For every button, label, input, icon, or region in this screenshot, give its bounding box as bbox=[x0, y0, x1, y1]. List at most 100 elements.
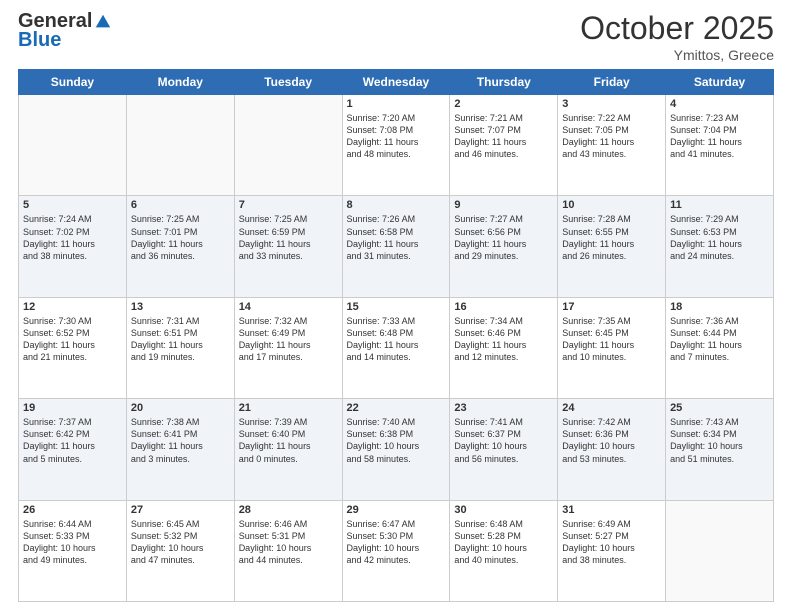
table-row: 5Sunrise: 7:24 AMSunset: 7:02 PMDaylight… bbox=[19, 196, 127, 297]
day-info: Sunrise: 7:29 AMSunset: 6:53 PMDaylight:… bbox=[670, 213, 769, 262]
col-sunday: Sunday bbox=[19, 70, 127, 95]
table-row: 30Sunrise: 6:48 AMSunset: 5:28 PMDayligh… bbox=[450, 500, 558, 601]
col-wednesday: Wednesday bbox=[342, 70, 450, 95]
day-number: 13 bbox=[131, 301, 230, 313]
calendar-week-row: 19 Sunrise: 7:37 AMSunset: 6:42 PMDayligh… bbox=[19, 399, 774, 500]
table-row: 7 Sunrise: 7:25 AMSunset: 6:59 PMDaylight… bbox=[234, 196, 342, 297]
day-number: 23 bbox=[454, 402, 553, 414]
day-info: Sunrise: 6:45 AMSunset: 5:32 PMDaylight:… bbox=[131, 518, 230, 567]
day-info: Sunrise: 7:26 AMSunset: 6:58 PMDaylight:… bbox=[347, 213, 446, 262]
day-number: 14 bbox=[239, 301, 338, 313]
location-subtitle: Ymittos, Greece bbox=[580, 47, 774, 63]
day-number: 19 bbox=[23, 402, 122, 414]
day-info: Sunrise: 6:47 AMSunset: 5:30 PMDaylight:… bbox=[347, 518, 446, 567]
day-info: Sunrise: 7:32 AMSunset: 6:49 PMDaylight:… bbox=[239, 315, 338, 364]
day-number: 10 bbox=[562, 199, 661, 211]
table-row: 6Sunrise: 7:25 AMSunset: 7:01 PMDaylight… bbox=[126, 196, 234, 297]
col-saturday: Saturday bbox=[666, 70, 774, 95]
day-number: 18 bbox=[670, 301, 769, 313]
day-info: Sunrise: 7:33 AMSunset: 6:48 PMDaylight:… bbox=[347, 315, 446, 364]
table-row: 15 Sunrise: 7:33 AMSunset: 6:48 PMDayligh… bbox=[342, 297, 450, 398]
day-number: 30 bbox=[454, 504, 553, 516]
month-title: October 2025 bbox=[580, 10, 774, 47]
day-number: 12 bbox=[23, 301, 122, 313]
day-info: Sunrise: 7:22 AMSunset: 7:05 PMDaylight:… bbox=[562, 112, 661, 161]
table-row: 13 Sunrise: 7:31 AMSunset: 6:51 PMDayligh… bbox=[126, 297, 234, 398]
calendar-table: Sunday Monday Tuesday Wednesday Thursday… bbox=[18, 69, 774, 602]
table-row: 12 Sunrise: 7:30 AMSunset: 6:52 PMDayligh… bbox=[19, 297, 127, 398]
day-number: 28 bbox=[239, 504, 338, 516]
col-monday: Monday bbox=[126, 70, 234, 95]
table-row bbox=[234, 95, 342, 196]
day-info: Sunrise: 7:43 AMSunset: 6:34 PMDaylight:… bbox=[670, 416, 769, 465]
day-info: Sunrise: 7:31 AMSunset: 6:51 PMDaylight:… bbox=[131, 315, 230, 364]
table-row: 20Sunrise: 7:38 AMSunset: 6:41 PMDayligh… bbox=[126, 399, 234, 500]
table-row: 23 Sunrise: 7:41 AMSunset: 6:37 PMDayligh… bbox=[450, 399, 558, 500]
table-row: 11 Sunrise: 7:29 AMSunset: 6:53 PMDayligh… bbox=[666, 196, 774, 297]
day-number: 3 bbox=[562, 98, 661, 110]
day-number: 9 bbox=[454, 199, 553, 211]
day-info: Sunrise: 7:30 AMSunset: 6:52 PMDaylight:… bbox=[23, 315, 122, 364]
col-tuesday: Tuesday bbox=[234, 70, 342, 95]
table-row: 25 Sunrise: 7:43 AMSunset: 6:34 PMDayligh… bbox=[666, 399, 774, 500]
day-number: 27 bbox=[131, 504, 230, 516]
col-friday: Friday bbox=[558, 70, 666, 95]
calendar-header-row: Sunday Monday Tuesday Wednesday Thursday… bbox=[19, 70, 774, 95]
day-number: 2 bbox=[454, 98, 553, 110]
table-row: 3 Sunrise: 7:22 AMSunset: 7:05 PMDaylight… bbox=[558, 95, 666, 196]
day-info: Sunrise: 7:34 AMSunset: 6:46 PMDaylight:… bbox=[454, 315, 553, 364]
day-info: Sunrise: 7:36 AMSunset: 6:44 PMDaylight:… bbox=[670, 315, 769, 364]
day-number: 26 bbox=[23, 504, 122, 516]
day-number: 5 bbox=[23, 199, 122, 211]
table-row: 1 Sunrise: 7:20 AMSunset: 7:08 PMDaylight… bbox=[342, 95, 450, 196]
table-row: 21Sunrise: 7:39 AMSunset: 6:40 PMDayligh… bbox=[234, 399, 342, 500]
day-number: 11 bbox=[670, 199, 769, 211]
day-info: Sunrise: 6:49 AMSunset: 5:27 PMDaylight:… bbox=[562, 518, 661, 567]
day-number: 7 bbox=[239, 199, 338, 211]
day-info: Sunrise: 7:20 AMSunset: 7:08 PMDaylight:… bbox=[347, 112, 446, 161]
day-number: 20 bbox=[131, 402, 230, 414]
day-number: 24 bbox=[562, 402, 661, 414]
calendar-week-row: 12 Sunrise: 7:30 AMSunset: 6:52 PMDayligh… bbox=[19, 297, 774, 398]
table-row: 10 Sunrise: 7:28 AMSunset: 6:55 PMDayligh… bbox=[558, 196, 666, 297]
table-row: 4Sunrise: 7:23 AMSunset: 7:04 PMDaylight… bbox=[666, 95, 774, 196]
table-row: 28Sunrise: 6:46 AMSunset: 5:31 PMDayligh… bbox=[234, 500, 342, 601]
day-info: Sunrise: 7:35 AMSunset: 6:45 PMDaylight:… bbox=[562, 315, 661, 364]
day-number: 1 bbox=[347, 98, 446, 110]
table-row: 8Sunrise: 7:26 AMSunset: 6:58 PMDaylight… bbox=[342, 196, 450, 297]
table-row: 9 Sunrise: 7:27 AMSunset: 6:56 PMDaylight… bbox=[450, 196, 558, 297]
day-info: Sunrise: 7:41 AMSunset: 6:37 PMDaylight:… bbox=[454, 416, 553, 465]
table-row: 16 Sunrise: 7:34 AMSunset: 6:46 PMDayligh… bbox=[450, 297, 558, 398]
day-number: 22 bbox=[347, 402, 446, 414]
day-number: 4 bbox=[670, 98, 769, 110]
day-info: Sunrise: 7:28 AMSunset: 6:55 PMDaylight:… bbox=[562, 213, 661, 262]
day-number: 31 bbox=[562, 504, 661, 516]
calendar-week-row: 1 Sunrise: 7:20 AMSunset: 7:08 PMDaylight… bbox=[19, 95, 774, 196]
day-number: 29 bbox=[347, 504, 446, 516]
page: General Blue October 2025 Ymittos, Greec… bbox=[0, 0, 792, 612]
table-row: 17Sunrise: 7:35 AMSunset: 6:45 PMDayligh… bbox=[558, 297, 666, 398]
table-row: 2Sunrise: 7:21 AMSunset: 7:07 PMDaylight… bbox=[450, 95, 558, 196]
table-row bbox=[666, 500, 774, 601]
table-row: 19 Sunrise: 7:37 AMSunset: 6:42 PMDayligh… bbox=[19, 399, 127, 500]
table-row bbox=[19, 95, 127, 196]
table-row: 31 Sunrise: 6:49 AMSunset: 5:27 PMDayligh… bbox=[558, 500, 666, 601]
day-number: 21 bbox=[239, 402, 338, 414]
table-row bbox=[126, 95, 234, 196]
day-number: 25 bbox=[670, 402, 769, 414]
title-block: October 2025 Ymittos, Greece bbox=[580, 10, 774, 63]
table-row: 14 Sunrise: 7:32 AMSunset: 6:49 PMDayligh… bbox=[234, 297, 342, 398]
calendar-week-row: 26 Sunrise: 6:44 AMSunset: 5:33 PMDayligh… bbox=[19, 500, 774, 601]
table-row: 22Sunrise: 7:40 AMSunset: 6:38 PMDayligh… bbox=[342, 399, 450, 500]
day-number: 16 bbox=[454, 301, 553, 313]
table-row: 29 Sunrise: 6:47 AMSunset: 5:30 PMDayligh… bbox=[342, 500, 450, 601]
day-info: Sunrise: 7:25 AMSunset: 6:59 PMDaylight:… bbox=[239, 213, 338, 262]
calendar-week-row: 5Sunrise: 7:24 AMSunset: 7:02 PMDaylight… bbox=[19, 196, 774, 297]
table-row: 24 Sunrise: 7:42 AMSunset: 6:36 PMDayligh… bbox=[558, 399, 666, 500]
col-thursday: Thursday bbox=[450, 70, 558, 95]
day-info: Sunrise: 7:27 AMSunset: 6:56 PMDaylight:… bbox=[454, 213, 553, 262]
day-info: Sunrise: 7:42 AMSunset: 6:36 PMDaylight:… bbox=[562, 416, 661, 465]
day-info: Sunrise: 6:44 AMSunset: 5:33 PMDaylight:… bbox=[23, 518, 122, 567]
day-info: Sunrise: 7:37 AMSunset: 6:42 PMDaylight:… bbox=[23, 416, 122, 465]
day-number: 15 bbox=[347, 301, 446, 313]
